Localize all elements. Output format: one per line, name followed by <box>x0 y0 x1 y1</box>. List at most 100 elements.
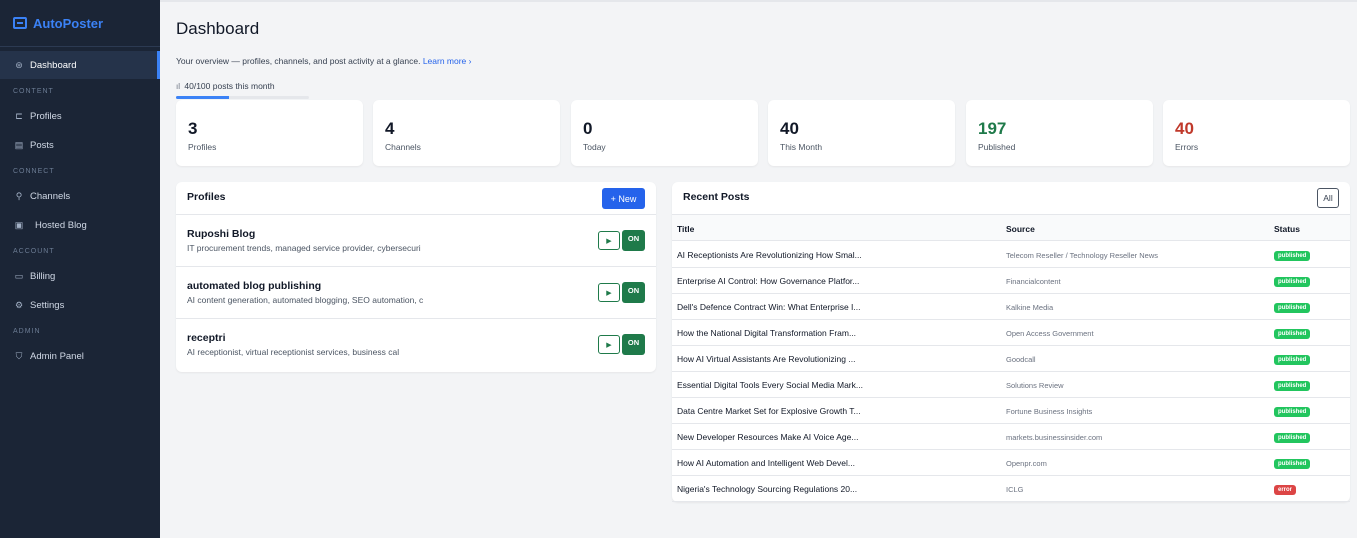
stat-value: 4 <box>385 119 395 138</box>
sidebar-item-hosted-blog[interactable]: ▣ Hosted Blog <box>0 211 160 239</box>
profile-description: AI content generation, automated bloggin… <box>187 295 424 305</box>
sidebar-item-posts[interactable]: ▤ Posts <box>0 131 160 159</box>
table-row[interactable]: Enterprise AI Control: How Governance Pl… <box>672 268 1350 294</box>
status-badge: published <box>1274 459 1311 469</box>
post-source: Fortune Business Insights <box>1006 407 1093 416</box>
column-header-status[interactable]: Status <box>1274 224 1300 234</box>
post-title[interactable]: Nigeria's Technology Sourcing Regulation… <box>677 484 997 494</box>
stats-row: 3 Profiles 4 Channels 0 Today 40 This Mo… <box>176 100 1351 166</box>
table-row[interactable]: New Developer Resources Make AI Voice Ag… <box>672 424 1350 450</box>
stat-value: 3 <box>188 119 198 138</box>
profile-row[interactable]: automated blog publishing AI content gen… <box>176 267 656 319</box>
run-profile-button[interactable]: ▶ <box>598 335 620 354</box>
table-row[interactable]: AI Receptionists Are Revolutionizing How… <box>672 242 1350 268</box>
status-badge: published <box>1274 303 1311 313</box>
run-profile-button[interactable]: ▶ <box>598 231 620 250</box>
run-profile-button[interactable]: ▶ <box>598 283 620 302</box>
stat-label: Today <box>583 142 606 152</box>
stat-label: Published <box>978 142 1016 152</box>
post-title[interactable]: Dell's Defence Contract Win: What Enterp… <box>677 302 997 312</box>
sidebar-item-settings[interactable]: ⚙ Settings <box>0 291 160 319</box>
subtitle-text: Your overview — profiles, channels, and … <box>176 56 421 66</box>
post-title[interactable]: Enterprise AI Control: How Governance Pl… <box>677 276 997 286</box>
credit-card-icon: ▭ <box>14 270 24 281</box>
profile-description: IT procurement trends, managed service p… <box>187 243 421 253</box>
post-source: markets.businessinsider.com <box>1006 433 1103 442</box>
status-badge: published <box>1274 355 1311 365</box>
status-badge: published <box>1274 407 1311 417</box>
table-row[interactable]: How AI Automation and Intelligent Web De… <box>672 450 1350 476</box>
status-badge: published <box>1274 433 1311 443</box>
status-badge: published <box>1274 329 1311 339</box>
column-header-title[interactable]: Title <box>677 224 694 234</box>
profile-row[interactable]: Ruposhi Blog IT procurement trends, mana… <box>176 215 656 267</box>
stat-card-errors: 40 Errors <box>1163 100 1350 166</box>
sidebar-item-profiles[interactable]: ⊏ Profiles <box>0 102 160 130</box>
stat-value: 40 <box>1175 119 1194 138</box>
post-title[interactable]: How the National Digital Transformation … <box>677 328 997 338</box>
logo-icon <box>13 17 27 29</box>
profile-toggle[interactable]: ON <box>622 230 645 251</box>
profile-toggle[interactable]: ON <box>622 334 645 355</box>
table-row[interactable]: Essential Digital Tools Every Social Med… <box>672 372 1350 398</box>
stat-card-today: 0 Today <box>571 100 758 166</box>
profile-description: AI receptionist, virtual receptionist se… <box>187 347 400 357</box>
sidebar: AutoPoster ⊛ Dashboard CONTENT ⊏ Profile… <box>0 0 160 538</box>
document-icon: ▤ <box>14 139 24 150</box>
sidebar-item-label: Channels <box>30 190 71 202</box>
stat-label: Profiles <box>188 142 217 152</box>
sidebar-item-admin-panel[interactable]: ⛉ Admin Panel <box>0 342 160 370</box>
sidebar-item-label: Settings <box>30 299 65 311</box>
table-row[interactable]: Nigeria's Technology Sourcing Regulation… <box>672 476 1350 502</box>
sidebar-item-dashboard[interactable]: ⊛ Dashboard <box>0 51 160 79</box>
profile-name: receptri <box>187 332 226 344</box>
stat-value: 197 <box>978 119 1007 138</box>
usage-progress-fill <box>176 96 230 99</box>
section-content: CONTENT <box>13 87 54 95</box>
profiles-card: Profiles + New Ruposhi Blog IT procureme… <box>176 182 656 372</box>
post-title[interactable]: Data Centre Market Set for Explosive Gro… <box>677 406 997 416</box>
post-title[interactable]: How AI Virtual Assistants Are Revolution… <box>677 354 997 364</box>
table-row[interactable]: Data Centre Market Set for Explosive Gro… <box>672 398 1350 424</box>
view-all-button[interactable]: All <box>1317 188 1339 208</box>
column-header-source[interactable]: Source <box>1006 224 1035 234</box>
sidebar-item-label: Profiles <box>30 110 62 122</box>
recent-posts-header: Recent Posts All <box>672 182 1350 215</box>
post-title[interactable]: AI Receptionists Are Revolutionizing How… <box>677 250 997 260</box>
usage-progress-bar <box>176 96 309 99</box>
post-source: Kalkine Media <box>1006 303 1054 312</box>
table-row[interactable]: How AI Virtual Assistants Are Revolution… <box>672 346 1350 372</box>
learn-more-link[interactable]: Learn more › <box>423 56 472 66</box>
profile-name: automated blog publishing <box>187 280 322 292</box>
brand[interactable]: AutoPoster <box>0 0 160 47</box>
profile-name: Ruposhi Blog <box>187 228 256 240</box>
section-account: ACCOUNT <box>13 247 55 255</box>
play-icon: ▶ <box>606 341 612 349</box>
gauge-icon: ⊛ <box>15 59 23 70</box>
sidebar-item-label: Admin Panel <box>30 350 84 362</box>
sidebar-item-billing[interactable]: ▭ Billing <box>0 262 160 290</box>
table-row[interactable]: Dell's Defence Contract Win: What Enterp… <box>672 294 1350 320</box>
sidebar-item-channels[interactable]: ⚲ Channels <box>0 182 160 210</box>
table-row[interactable]: How the National Digital Transformation … <box>672 320 1350 346</box>
stat-card-channels: 4 Channels <box>373 100 560 166</box>
recent-posts-title: Recent Posts <box>683 191 750 203</box>
play-icon: ▶ <box>606 289 612 297</box>
post-source: Solutions Review <box>1006 381 1064 390</box>
sidebar-nav: ⊛ Dashboard CONTENT ⊏ Profiles ▤ Posts C… <box>0 47 160 370</box>
post-title[interactable]: How AI Automation and Intelligent Web De… <box>677 458 997 468</box>
status-badge: published <box>1274 277 1311 287</box>
post-title[interactable]: Essential Digital Tools Every Social Med… <box>677 380 997 390</box>
stat-card-profiles: 3 Profiles <box>176 100 363 166</box>
profiles-card-header: Profiles + New <box>176 182 656 215</box>
stat-label: Errors <box>1175 142 1199 152</box>
page-subtitle: Your overview — profiles, channels, and … <box>176 56 471 66</box>
posts-table-header: Title Source Status <box>672 215 1350 241</box>
profile-toggle[interactable]: ON <box>622 282 645 303</box>
status-badge: error <box>1274 485 1297 495</box>
sidebar-item-label: Billing <box>30 270 56 282</box>
post-title[interactable]: New Developer Resources Make AI Voice Ag… <box>677 432 997 442</box>
post-source: Open Access Government <box>1006 329 1094 338</box>
new-profile-button[interactable]: + New <box>602 188 645 209</box>
profile-row[interactable]: receptri AI receptionist, virtual recept… <box>176 319 656 371</box>
